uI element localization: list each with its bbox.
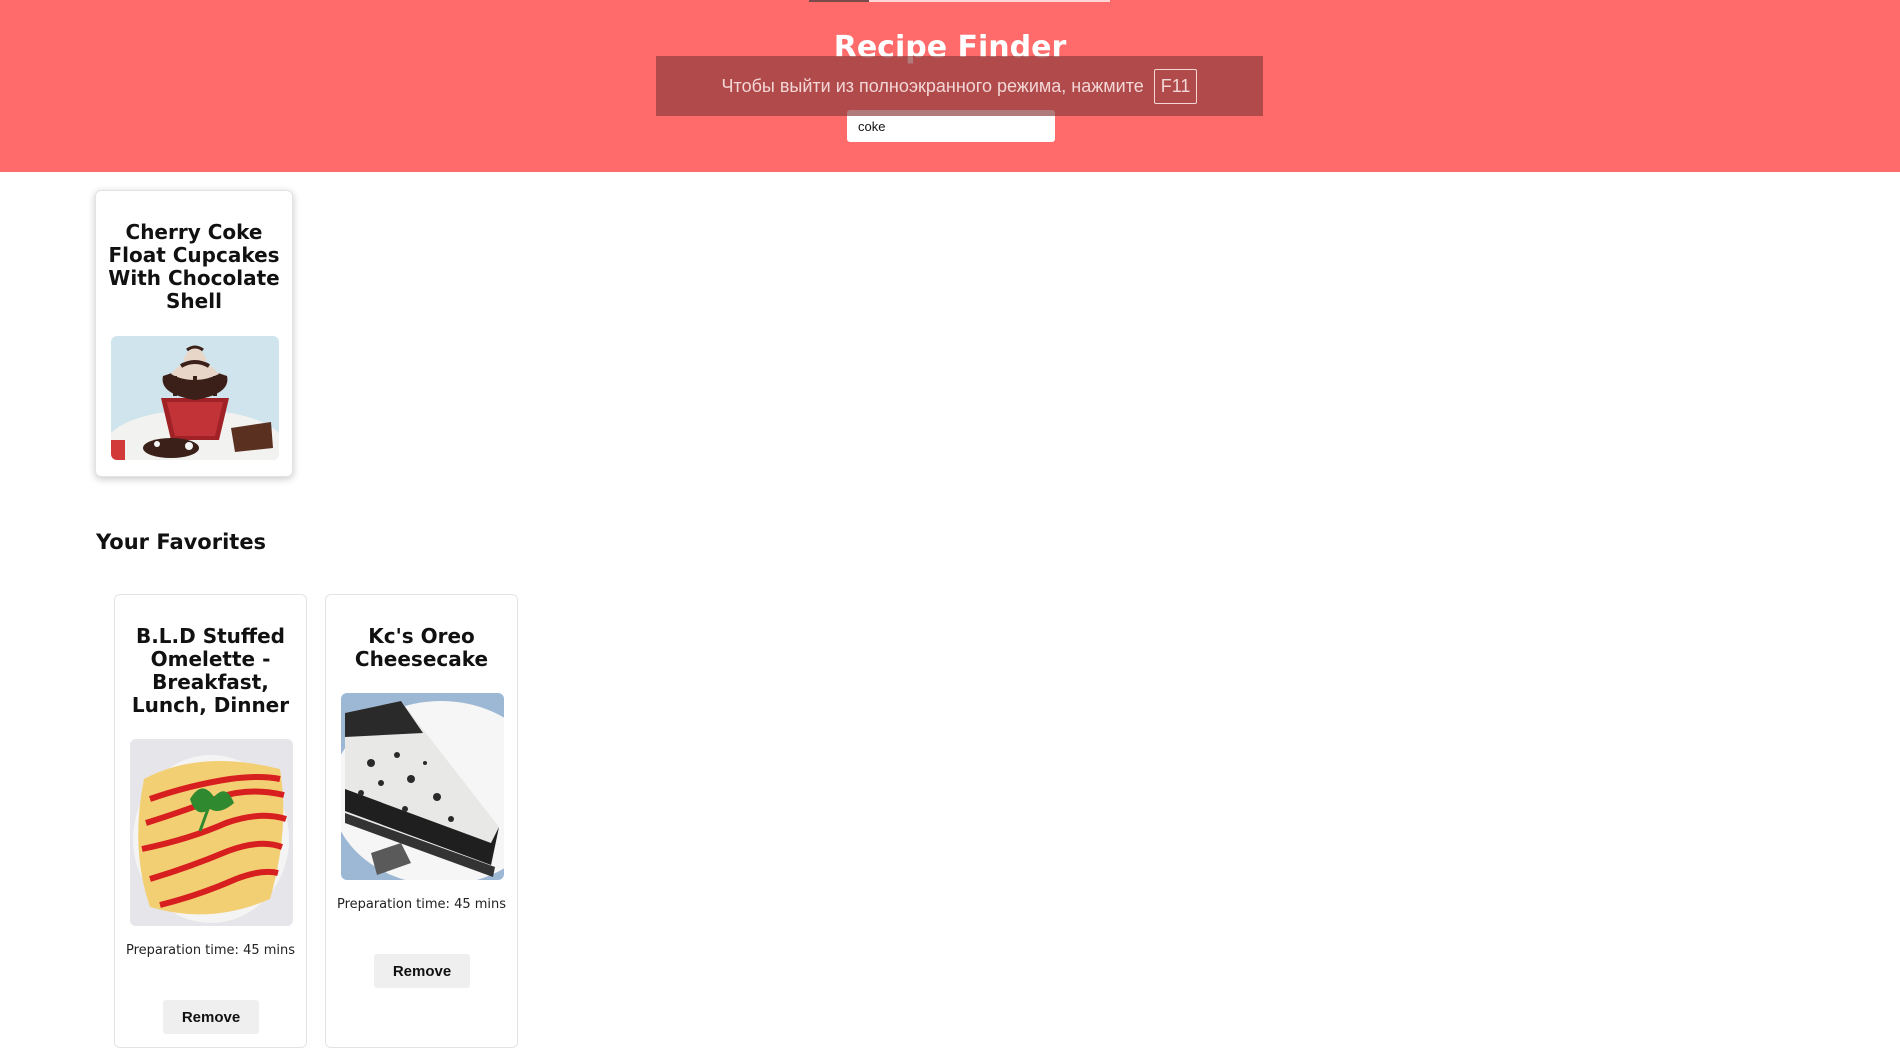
fullscreen-notice-text: Чтобы выйти из полноэкранного режима, на…: [721, 75, 1144, 96]
recipe-result-card[interactable]: Cherry Coke Float Cupcakes With Chocolat…: [95, 190, 293, 477]
remove-favorite-button[interactable]: Remove: [163, 1000, 259, 1034]
prep-time-label: Preparation time: 45 mins: [336, 897, 507, 912]
app-header: Recipe Finder Чтобы выйти из полноэкранн…: [0, 0, 1900, 172]
favorite-card: B.L.D Stuffed Omelette - Breakfast, Lunc…: [114, 594, 307, 1048]
fullscreen-exit-notice: Чтобы выйти из полноэкранного режима, на…: [656, 56, 1263, 116]
recipe-title: Cherry Coke Float Cupcakes With Chocolat…: [108, 220, 280, 313]
cupcake-photo-icon: [111, 336, 279, 460]
favorite-card: Kc's Oreo Cheesecake Preparation time: 4…: [325, 594, 518, 1048]
recipe-title: Kc's Oreo Cheesecake: [354, 624, 489, 671]
remove-favorite-button[interactable]: Remove: [374, 954, 470, 988]
recipe-title: B.L.D Stuffed Omelette - Breakfast, Lunc…: [131, 624, 290, 717]
top-progress-dark: [809, 0, 869, 2]
favorites-heading: Your Favorites: [96, 530, 267, 554]
prep-time-label: Preparation time: 45 mins: [125, 943, 296, 958]
cheesecake-photo-icon: [341, 693, 504, 880]
f11-key-badge: F11: [1153, 68, 1198, 104]
top-progress-light: [869, 0, 1110, 2]
omelette-photo-icon: [130, 739, 293, 926]
